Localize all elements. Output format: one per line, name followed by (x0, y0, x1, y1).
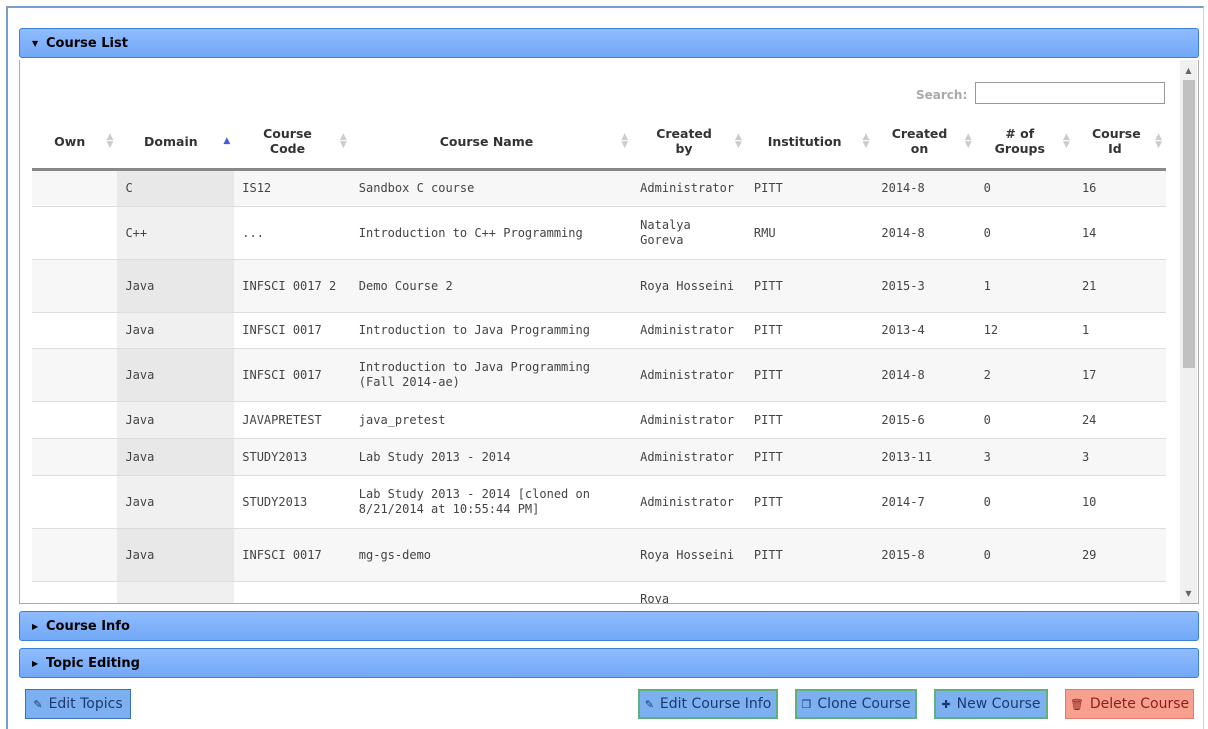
delete-course-button[interactable]: 🗑 Delete Course (1065, 689, 1194, 719)
topic-editing-header[interactable]: ▶ Topic Editing (19, 648, 1199, 678)
search-input[interactable] (975, 82, 1165, 104)
scrollbar-thumb[interactable] (1183, 80, 1195, 368)
column-header-institution[interactable]: Institution ▲ ▼ (745, 114, 874, 171)
column-header-course-code[interactable]: Course Code ▲ ▼ (234, 114, 351, 171)
column-header-domain[interactable]: Domain ▲ (117, 114, 235, 171)
expanded-triangle-icon: ▼ (32, 38, 39, 48)
table-row[interactable]: C++... Introduction to C++ Programming Nat… (32, 206, 1166, 260)
sort-icon: ▲ ▼ (964, 132, 972, 150)
pencil-icon: ✎ (644, 697, 654, 711)
column-header-course-name[interactable]: Course Name ▲ ▼ (350, 114, 633, 171)
table-scrollbar[interactable]: ▲ ▼ (1180, 60, 1197, 603)
table-row[interactable]: Java INFSCI 0017 mg-gs-demo Roya Hosseini PI… (32, 528, 1166, 582)
course-list-panel: Search: Own ▲ ▼ Domain ▲ Course Code ▲ ▼ Cour… (19, 60, 1199, 604)
column-header-groups[interactable]: # of Groups ▲ ▼ (975, 114, 1074, 171)
table-row[interactable]: Java INFSCI 0017 Introduction to Java Prog… (32, 348, 1166, 402)
column-header-own[interactable]: Own ▲ ▼ (32, 114, 118, 171)
course-table: Own ▲ ▼ Domain ▲ Course Code ▲ ▼ Course Name ▲… (32, 114, 1166, 603)
sort-icon: ▲ ▼ (106, 132, 114, 150)
edit-topics-button[interactable]: ✎ Edit Topics (25, 689, 131, 719)
scroll-down-arrow-icon[interactable]: ▼ (1180, 585, 1197, 602)
table-row[interactable]: Java INFSCI 0017 Introduction to Java Prog… (32, 312, 1166, 349)
topic-editing-title: Topic Editing (46, 655, 140, 671)
clone-course-button[interactable]: ❐ Clone Course (795, 689, 917, 719)
search-label: Search: (916, 88, 968, 102)
column-header-created-on[interactable]: Created on ▲ ▼ (873, 114, 976, 171)
edit-course-info-button[interactable]: ✎ Edit Course Info (638, 689, 778, 719)
table-row[interactable]: C IS12 Sandbox C course Administrator PITT 20… (32, 169, 1166, 207)
sort-icon: ▲ ▼ (621, 132, 629, 150)
sort-icon: ▲ ▼ (1155, 132, 1162, 150)
new-course-button[interactable]: ✚ New Course (934, 689, 1048, 719)
table-row[interactable]: Java JAVAPRETEST java_pretest Administrator… (32, 401, 1166, 439)
sort-icon: ▲ ▼ (1063, 132, 1070, 150)
trash-icon: 🗑 (1069, 697, 1084, 711)
course-info-title: Course Info (46, 618, 130, 634)
course-list-header[interactable]: ▼ Course List (19, 28, 1199, 58)
scroll-up-arrow-icon[interactable]: ▲ (1180, 62, 1197, 79)
plus-icon: ✚ (941, 697, 951, 711)
copy-icon: ❐ (801, 697, 812, 711)
table-row[interactable]: Java STUDY2013 Lab Study 2013 - 2014 [clon… (32, 475, 1166, 529)
sort-icon: ▲ ▼ (862, 132, 870, 150)
pencil-icon: ✎ (33, 697, 43, 711)
course-info-header[interactable]: ▶ Course Info (19, 611, 1199, 641)
course-list-title: Course List (46, 35, 128, 51)
sort-icon: ▲ ▼ (339, 132, 347, 150)
table-row[interactable]: Java STUDY2013 Lab Study 2013 - 2014 Admini… (32, 438, 1166, 476)
column-header-course-id[interactable]: Course Id ▲ ▼ (1073, 114, 1166, 171)
sort-ascending-icon: ▲ (223, 136, 231, 146)
table-row[interactable]: Roya (32, 581, 1166, 603)
sort-icon: ▲ ▼ (734, 132, 742, 150)
table-row[interactable]: Java INFSCI 0017 2 Demo Course 2 Roya Hosse… (32, 259, 1166, 313)
column-header-created-by[interactable]: Created by ▲ ▼ (632, 114, 746, 171)
collapsed-triangle-icon: ▶ (32, 621, 39, 631)
collapsed-triangle-icon: ▶ (32, 658, 39, 668)
